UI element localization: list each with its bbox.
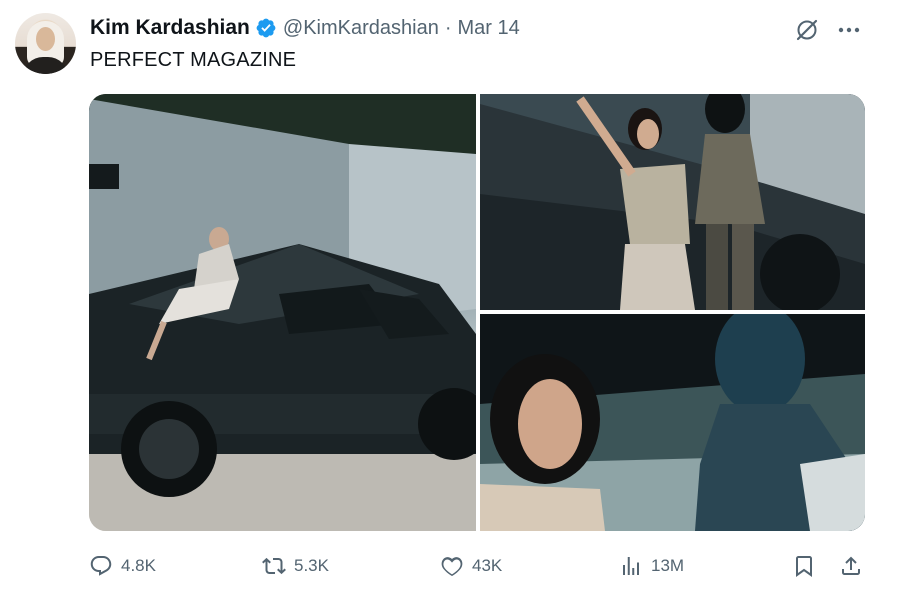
more-icon[interactable] xyxy=(836,17,862,43)
tweet-header: Kim Kardashian @KimKardashian · Mar 14 xyxy=(90,15,520,41)
share-button[interactable] xyxy=(839,552,863,580)
author-avatar[interactable] xyxy=(15,13,76,74)
top-actions xyxy=(784,17,904,43)
share-icon xyxy=(842,556,860,575)
grok-icon[interactable] xyxy=(794,17,820,43)
photo-closeup-robot[interactable] xyxy=(480,314,865,531)
separator-dot: · xyxy=(444,16,452,39)
tweet-text: PERFECT MAGAZINE xyxy=(90,49,297,71)
heart-icon xyxy=(441,557,463,577)
bookmark-button[interactable] xyxy=(792,552,816,580)
photo-2-art xyxy=(480,94,865,310)
reply-count: 4.8K xyxy=(121,556,156,575)
like-count: 43K xyxy=(472,556,503,575)
media-grid xyxy=(89,94,865,531)
photo-robot-pose[interactable] xyxy=(480,94,865,310)
photo-cybertruck-wide[interactable] xyxy=(89,94,476,531)
retweet-count: 5.3K xyxy=(294,556,329,575)
views-icon xyxy=(623,557,639,575)
views-count: 13M xyxy=(651,556,685,575)
author-handle[interactable]: @KimKardashian xyxy=(283,17,439,40)
author-name[interactable]: Kim Kardashian xyxy=(90,16,250,40)
retweet-button[interactable]: 5.3K xyxy=(262,552,329,580)
retweet-icon xyxy=(262,557,286,575)
verified-badge-icon xyxy=(255,17,277,39)
bookmark-icon xyxy=(796,556,812,577)
views-button[interactable]: 13M xyxy=(619,552,684,580)
photo-3-art xyxy=(480,314,865,531)
avatar-face xyxy=(36,27,55,51)
tweet-date[interactable]: Mar 14 xyxy=(458,17,520,40)
like-button[interactable]: 43K xyxy=(440,552,502,580)
reply-icon xyxy=(90,556,112,576)
photo-1-art xyxy=(89,94,476,531)
reply-button[interactable]: 4.8K xyxy=(89,552,156,580)
tweet-actions: 4.8K 5.3K 43K 13M xyxy=(89,552,865,580)
